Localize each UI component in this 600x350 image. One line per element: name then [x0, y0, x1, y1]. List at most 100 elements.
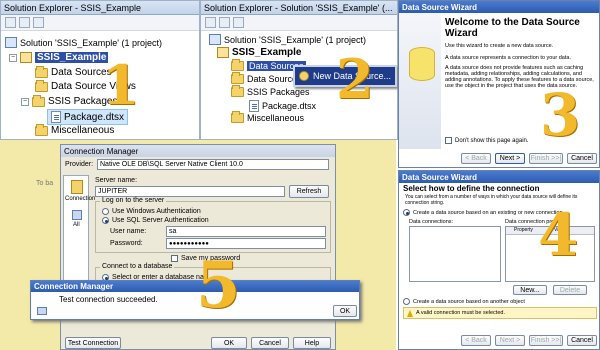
other-object-radio[interactable]: [403, 298, 410, 305]
tree-ssis-packages-label: SSIS Packages: [247, 87, 310, 97]
test-result-dialog-title: Connection Manager: [34, 282, 114, 291]
show-all-files-icon[interactable]: [19, 17, 30, 28]
connection-manager-title-bar: Connection Manager: [61, 145, 335, 157]
step-number-5: 5: [196, 248, 241, 323]
show-all-files-icon[interactable]: [219, 17, 230, 28]
solution-icon: [209, 34, 221, 45]
package-file-icon: [249, 100, 259, 112]
user-name-input[interactable]: sa: [166, 226, 326, 237]
tree-miscellaneous[interactable]: Miscellaneous: [35, 123, 115, 136]
wizard-3-back-button[interactable]: < Back: [461, 153, 491, 164]
password-value: ●●●●●●●●●●●: [169, 240, 209, 247]
save-password-checkbox[interactable]: [171, 255, 178, 262]
windows-auth-label: Use Windows Authentication: [112, 208, 201, 215]
data-connections-list[interactable]: [409, 226, 501, 282]
panel-1-title-bar: Solution Explorer - SSIS_Example: [1, 1, 199, 15]
dialog-ok-button[interactable]: OK: [333, 305, 357, 317]
solution-explorer-panel-1: Solution Explorer - SSIS_Example Solutio…: [0, 0, 200, 140]
background-text: To ba: [36, 180, 54, 187]
dont-show-again-checkbox[interactable]: Don't show this page again.: [445, 137, 529, 144]
folder-icon: [231, 59, 244, 71]
collapse-icon[interactable]: −: [9, 53, 17, 62]
tree-project[interactable]: SSIS_Example: [217, 47, 301, 58]
step-number-3: 3: [540, 81, 581, 149]
wizard-3-cancel-button[interactable]: Cancel: [567, 153, 597, 164]
project-icon: [20, 52, 32, 63]
solution-icon: [5, 37, 17, 48]
data-connections-label: Data connections:: [409, 219, 454, 225]
tree-ssis-packages[interactable]: SSIS Packages: [231, 85, 310, 97]
wizard-4-back-button[interactable]: < Back: [461, 335, 491, 346]
dont-show-again-label: Don't show this page again.: [455, 137, 529, 144]
refresh-icon[interactable]: [233, 17, 244, 28]
tree-package[interactable]: Package.dtsx: [249, 100, 316, 112]
new-connection-button[interactable]: New...: [513, 285, 547, 295]
checkbox-box[interactable]: [445, 137, 452, 144]
wizard-4-next-button[interactable]: Next >: [495, 335, 525, 346]
windows-auth-option[interactable]: Use Windows Authentication: [102, 208, 201, 215]
folder-icon: [231, 85, 244, 97]
windows-auth-radio[interactable]: [102, 208, 109, 215]
dialog-small-icon: [37, 307, 47, 315]
folder-icon: [35, 123, 48, 136]
tree-miscellaneous[interactable]: Miscellaneous: [231, 111, 305, 123]
wizard-4-cancel-button[interactable]: Cancel: [567, 335, 597, 346]
tree-data-source-views[interactable]: Data Source: [231, 72, 297, 84]
wizard-3-heading: Welcome to the Data Source Wizard: [445, 17, 580, 39]
tree-misc-label: Miscellaneous: [247, 113, 305, 123]
cancel-button[interactable]: Cancel: [251, 337, 289, 349]
tree-project-label: SSIS_Example: [232, 47, 302, 58]
logon-group: Log on to the server Use Windows Authent…: [95, 197, 331, 253]
logon-group-label: Log on to the server: [100, 197, 167, 204]
password-input[interactable]: ●●●●●●●●●●●: [166, 238, 326, 249]
existing-connection-radio[interactable]: [403, 209, 410, 216]
project-icon: [217, 47, 229, 58]
properties-icon[interactable]: [5, 17, 16, 28]
sql-auth-option[interactable]: Use SQL Server Authentication: [102, 217, 209, 224]
connect-db-group-label: Connect to a database: [100, 263, 175, 270]
server-name-value: JUPITER: [98, 188, 128, 195]
side-nav-all[interactable]: All: [73, 222, 80, 228]
folder-icon: [35, 79, 48, 92]
collapse-icon[interactable]: −: [21, 97, 29, 106]
refresh-button[interactable]: Refresh: [289, 185, 329, 198]
other-object-label: Create a data source based on another ob…: [413, 298, 525, 305]
other-object-option[interactable]: Create a data source based on another ob…: [403, 298, 525, 305]
wizard-4-title: Data Source Wizard: [402, 172, 478, 182]
tree-solution-label: Solution 'SSIS_Example' (1 project): [20, 37, 163, 48]
sql-auth-label: Use SQL Server Authentication: [112, 217, 209, 224]
tree-project[interactable]: − SSIS_Example: [9, 52, 109, 63]
wizard-3-intro: Use this wizard to create a new data sou…: [445, 43, 554, 49]
validation-warning-text: A valid connection must be selected.: [416, 310, 505, 316]
help-button[interactable]: Help: [293, 337, 331, 349]
tree-misc-label: Miscellaneous: [51, 125, 115, 136]
panel-1-toolbar: [1, 15, 199, 31]
ok-button[interactable]: OK: [211, 337, 247, 349]
wizard-4-title-bar: Data Source Wizard: [399, 171, 599, 183]
provider-select[interactable]: Native OLE DB\SQL Server Native Client 1…: [97, 159, 329, 170]
wizard-3-line1: A data source represents a connection to…: [445, 55, 571, 61]
folder-icon: [231, 111, 244, 123]
server-name-input[interactable]: JUPITER: [95, 186, 285, 197]
package-file-icon: [51, 111, 61, 123]
delete-connection-button[interactable]: Delete: [553, 285, 587, 295]
test-connection-button[interactable]: Test Connection: [65, 337, 121, 349]
tree-solution[interactable]: Solution 'SSIS_Example' (1 project): [5, 37, 162, 48]
tree-project-label: SSIS_Example: [35, 52, 109, 63]
wizard-3-finish-button[interactable]: Finish >>|: [529, 153, 563, 164]
step-number-4: 4: [538, 201, 579, 269]
folder-icon: [32, 94, 45, 107]
sql-auth-radio[interactable]: [102, 217, 109, 224]
wizard-side-banner: [399, 13, 441, 149]
panel-2-toolbar: [201, 15, 397, 31]
refresh-icon[interactable]: [33, 17, 44, 28]
tree-solution[interactable]: Solution 'SSIS_Example' (1 project): [209, 34, 366, 45]
new-data-source-icon: [299, 71, 309, 81]
connection-nav-icon: [71, 180, 83, 194]
wizard-4-finish-button[interactable]: Finish >>|: [529, 335, 563, 346]
connection-manager-title: Connection Manager: [64, 146, 139, 156]
wizard-3-next-button[interactable]: Next >: [495, 153, 525, 164]
tree-data-sources[interactable]: Data Sources: [35, 65, 112, 78]
side-nav-connection[interactable]: Connection: [65, 196, 95, 202]
properties-icon[interactable]: [205, 17, 216, 28]
